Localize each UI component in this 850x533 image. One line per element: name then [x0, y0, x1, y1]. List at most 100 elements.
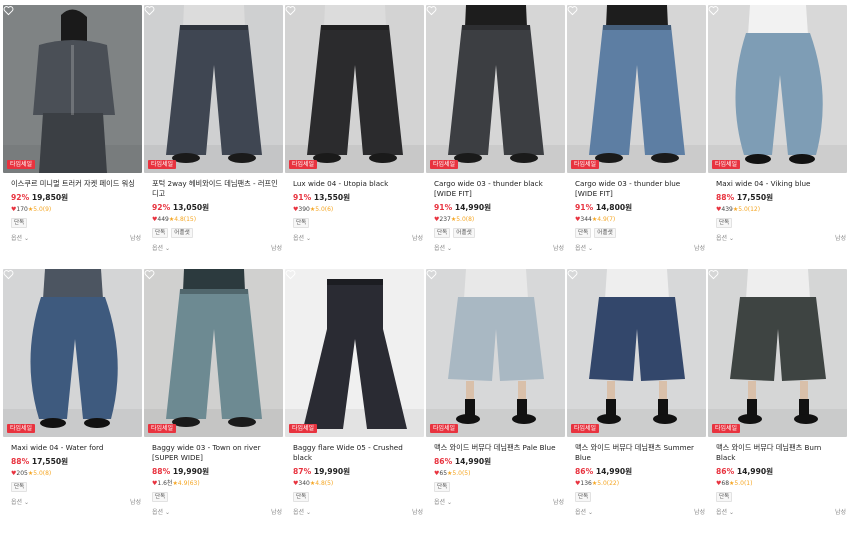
tag: 어플샛: [453, 228, 475, 238]
discount-rate: 88%: [152, 467, 171, 476]
product-image[interactable]: 타임세일: [426, 269, 565, 437]
product-image[interactable]: 타임세일: [567, 5, 706, 173]
product-image[interactable]: 타임세일: [3, 269, 142, 437]
product-name[interactable]: Maxi wide 04 - Viking blue: [716, 179, 848, 189]
tag-list: 단독: [152, 492, 284, 502]
product-name[interactable]: 맥스 와이드 버뮤다 데님팬츠 Pale Blue: [434, 443, 566, 453]
product-name[interactable]: Cargo wide 03 - thunder black [WIDE FIT]: [434, 179, 566, 199]
stats: ♥65★5.0(5): [434, 469, 566, 478]
price-line: 88% 17,550원: [11, 456, 143, 467]
tag-list: 단독 어플샛: [152, 228, 284, 238]
option-label: 옵션: [11, 235, 23, 242]
product-name[interactable]: 이스쿠르 미니멀 트러커 자켓 페이드 워싱: [11, 179, 143, 189]
product-image[interactable]: 타임세일: [285, 269, 424, 437]
chevron-down-icon: ⌄: [305, 509, 311, 516]
product-name[interactable]: Lux wide 04 - Utopia black: [293, 179, 425, 189]
discount-rate: 91%: [575, 203, 594, 212]
chevron-down-icon: ⌄: [164, 245, 170, 252]
option-row: 옵션 ⌄ 남성: [11, 233, 143, 242]
heart-icon[interactable]: [285, 269, 296, 280]
product-image[interactable]: 타임세일: [426, 5, 565, 173]
product-card[interactable]: 타임세일 포턱 2way 헤비와이드 데님팬츠 - 러프인디고 92% 13,050…: [144, 5, 285, 269]
heart-icon[interactable]: [285, 5, 296, 16]
product-card[interactable]: 타임세일 Lux wide 04 - Utopia black 91% 13,550…: [285, 5, 426, 269]
product-card[interactable]: 타임세일 Cargo wide 03 - thunder black [WIDE …: [426, 5, 567, 269]
option-dropdown[interactable]: 옵션 ⌄: [293, 233, 311, 242]
price-line: 86% 14,990원: [716, 466, 848, 477]
option-row: 옵션 ⌄ 남성: [152, 243, 284, 252]
option-dropdown[interactable]: 옵션 ⌄: [716, 507, 734, 516]
product-card[interactable]: 타임세일맥스 와이드 버뮤다 데님팬츠 Summer Blue 86% 14,99…: [567, 269, 708, 533]
option-dropdown[interactable]: 옵션 ⌄: [11, 233, 29, 242]
heart-icon[interactable]: [567, 269, 578, 280]
sale-price: 19,850원: [29, 193, 69, 202]
product-name[interactable]: Baggy flare Wide 05 - Crushed black: [293, 443, 425, 463]
rating: 5.0(8): [456, 216, 475, 223]
gender-label: 남성: [552, 245, 564, 252]
heart-icon[interactable]: [708, 5, 719, 16]
discount-rate: 92%: [152, 203, 171, 212]
discount-rate: 92%: [11, 193, 30, 202]
option-dropdown[interactable]: 옵션 ⌄: [716, 233, 734, 242]
product-card[interactable]: 타임세일 Cargo wide 03 - thunder blue [WIDE F…: [567, 5, 708, 269]
product-name[interactable]: 포턱 2way 헤비와이드 데님팬츠 - 러프인디고: [152, 179, 284, 199]
heart-icon[interactable]: [3, 5, 14, 16]
rating: 4.8(15): [174, 216, 197, 223]
product-image[interactable]: 타임세일: [144, 5, 283, 173]
product-card[interactable]: 타임세일 Maxi wide 04 - Water ford 88% 17,550원…: [3, 269, 144, 533]
tag-list: 단독: [575, 492, 707, 502]
product-photo: [144, 269, 283, 437]
option-dropdown[interactable]: 옵션 ⌄: [434, 497, 452, 506]
product-info: Baggy flare Wide 05 - Crushed black 87% 1…: [285, 437, 425, 516]
heart-icon[interactable]: [3, 269, 14, 280]
heart-icon[interactable]: [708, 269, 719, 280]
product-card[interactable]: 타임세일 Baggy wide 03 - Town on river [SUPER…: [144, 269, 285, 533]
product-image[interactable]: 타임세일: [144, 269, 283, 437]
product-image[interactable]: 타임세일: [708, 269, 847, 437]
rating: 5.0(6): [315, 206, 334, 213]
product-image[interactable]: 타임세일: [285, 5, 424, 173]
option-dropdown[interactable]: 옵션 ⌄: [575, 507, 593, 516]
gender-label: 남성: [693, 509, 705, 516]
tag-list: 단독 어플샛: [575, 228, 707, 238]
option-dropdown[interactable]: 옵션 ⌄: [11, 497, 29, 506]
option-dropdown[interactable]: 옵션 ⌄: [434, 243, 452, 252]
product-card[interactable]: 타임세일 Baggy flare Wide 05 - Crushed black 8…: [285, 269, 426, 533]
option-label: 옵션: [434, 499, 446, 506]
option-dropdown[interactable]: 옵션 ⌄: [293, 507, 311, 516]
product-image[interactable]: 타임세일: [708, 5, 847, 173]
rating: 4.8(5): [315, 480, 334, 487]
product-name[interactable]: Maxi wide 04 - Water ford: [11, 443, 143, 453]
sale-price: 14,990원: [593, 467, 633, 476]
product-info: Cargo wide 03 - thunder blue [WIDE FIT] 9…: [567, 173, 707, 252]
product-image[interactable]: 타임세일: [3, 5, 142, 173]
product-card[interactable]: 타임세일 맥스 와이드 버뮤다 데님팬츠 Pale Blue 86% 14,990원…: [426, 269, 567, 533]
stats: ♥449★4.8(15): [152, 215, 284, 224]
product-name[interactable]: Cargo wide 03 - thunder blue [WIDE FIT]: [575, 179, 707, 199]
heart-icon[interactable]: [144, 269, 155, 280]
option-dropdown[interactable]: 옵션 ⌄: [152, 243, 170, 252]
stats: ♥68★5.0(1): [716, 479, 848, 488]
stats: ♥344★4.9(7): [575, 215, 707, 224]
price-line: 91% 13,550원: [293, 192, 425, 203]
option-dropdown[interactable]: 옵션 ⌄: [152, 507, 170, 516]
discount-rate: 86%: [575, 467, 594, 476]
heart-icon[interactable]: [567, 5, 578, 16]
time-sale-badge: 타임세일: [712, 160, 741, 169]
product-info: 포턱 2way 헤비와이드 데님팬츠 - 러프인디고 92% 13,050원 ♥44…: [144, 173, 284, 252]
chevron-down-icon: ⌄: [728, 509, 734, 516]
heart-icon[interactable]: [426, 269, 437, 280]
product-card[interactable]: 타임세일 Maxi wide 04 - Viking blue 88% 17,550…: [708, 5, 849, 269]
product-name[interactable]: 맥스 와이드 버뮤다 데님팬츠 Summer Blue: [575, 443, 707, 463]
option-row: 옵션 ⌄ 남성: [434, 497, 566, 506]
product-image[interactable]: 타임세일: [567, 269, 706, 437]
product-card[interactable]: 타임세일 이스쿠르 미니멀 트러커 자켓 페이드 워싱 92% 19,850원 ♥17…: [3, 5, 144, 269]
chevron-down-icon: ⌄: [587, 245, 593, 252]
product-name[interactable]: 맥스 와이드 버뮤다 데님팬츠 Burn Black: [716, 443, 848, 463]
product-name[interactable]: Baggy wide 03 - Town on river [SUPER WID…: [152, 443, 284, 463]
product-card[interactable]: 타임세일맥스 와이드 버뮤다 데님팬츠 Burn Black 86% 14,990…: [708, 269, 849, 533]
heart-icon[interactable]: [426, 5, 437, 16]
heart-icon[interactable]: [144, 5, 155, 16]
option-dropdown[interactable]: 옵션 ⌄: [575, 243, 593, 252]
stats: ♥1.6천★4.9(63): [152, 479, 284, 488]
